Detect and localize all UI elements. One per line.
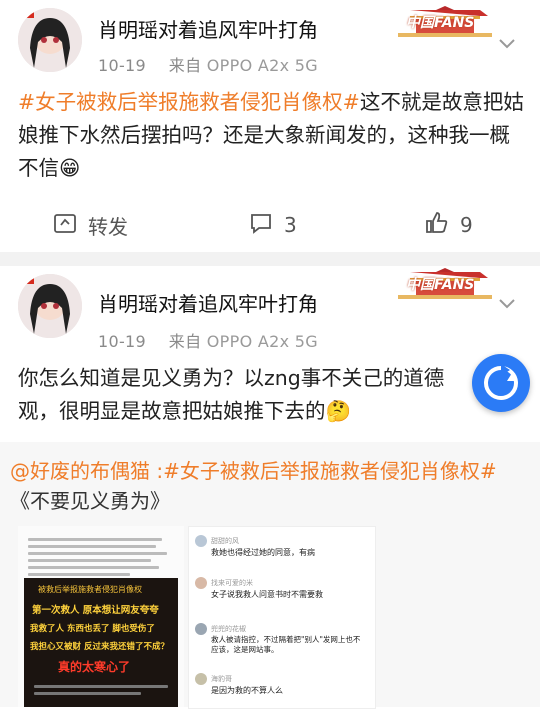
comment-icon bbox=[248, 210, 284, 241]
comment-count: 3 bbox=[284, 213, 297, 237]
weibo-post-1: 肖明瑶对着追风牢叶打角 10-19 来自 OPPO A2x 5G 中国FANS … bbox=[0, 0, 540, 252]
more-options-icon[interactable] bbox=[494, 290, 520, 316]
username[interactable]: 肖明瑶对着追风牢叶打角 bbox=[98, 288, 318, 317]
refresh-icon[interactable] bbox=[472, 354, 530, 412]
thinking-emoji-icon: 🤔 bbox=[325, 399, 352, 423]
avatar bbox=[195, 673, 207, 685]
fans-badge: 中国FANS bbox=[396, 268, 494, 302]
grin-emoji-icon: 😁 bbox=[59, 156, 81, 180]
post-meta: 10-19 来自 OPPO A2x 5G bbox=[98, 52, 318, 76]
like-button[interactable]: 9 bbox=[424, 203, 473, 247]
avatar bbox=[195, 535, 207, 547]
comment-item: 兜兜的花椒 救人被请指控，不过隔着把"别人"发网上也不应该，这是网站事。 bbox=[195, 623, 367, 655]
badge-text: 中国FANS bbox=[406, 15, 475, 31]
username[interactable]: 肖明瑶对着追风牢叶打角 bbox=[98, 14, 318, 43]
comment-item: 海豹哥 是因为救的不算人么 bbox=[195, 673, 367, 696]
quoted-post[interactable]: @好废的布偶猫 :#女子被救后举报施救者侵犯肖像权# 《不要见义勇为》 被救后举… bbox=[0, 442, 540, 709]
topic-tag[interactable]: #女子被救后举报施救者侵犯肖像权# bbox=[18, 90, 360, 114]
caption-line: 第一次救人 原本想让网友夸夸 bbox=[32, 605, 159, 616]
thumbs-up-icon bbox=[424, 210, 460, 241]
repost-button[interactable]: 转发 bbox=[52, 203, 128, 247]
more-options-icon[interactable] bbox=[494, 30, 520, 56]
topic-tag[interactable]: #女子被救后举报施救者侵犯肖像权# bbox=[163, 459, 497, 483]
caption-line: 被救后举报施救者侵犯肖像权 bbox=[38, 585, 142, 594]
device-name: OPPO A2x 5G bbox=[206, 332, 318, 351]
comment-item: 找来可爱的米 女子说我救人问意书时不需要救 bbox=[195, 577, 367, 600]
source-prefix: 来自 bbox=[168, 332, 202, 351]
caption-line: 真的太寒心了 bbox=[58, 660, 131, 674]
device-name: OPPO A2x 5G bbox=[206, 56, 318, 75]
avatar[interactable] bbox=[18, 8, 82, 72]
comment-item: 甜甜的风 救她也得经过她的同意，有病 bbox=[195, 535, 367, 558]
repost-icon bbox=[52, 210, 88, 241]
weibo-post-2: 肖明瑶对着追风牢叶打角 10-19 来自 OPPO A2x 5G 中国FANS … bbox=[0, 266, 540, 442]
caption-line: 我担心又被财 反过来我还错了不成？ bbox=[30, 642, 169, 652]
avatar[interactable] bbox=[18, 274, 82, 338]
video-thumbnail: 被救后举报施救者侵犯肖像权 第一次救人 原本想让网友夸夸 我救了人 东西也丢了 … bbox=[24, 578, 178, 707]
post-content: 你怎么知道是见义勇为？以zng事不关己的道德观，很明显是故意把姑娘推下去的 bbox=[18, 366, 445, 423]
repost-label: 转发 bbox=[88, 214, 128, 239]
avatar bbox=[195, 577, 207, 589]
caption-line: 我救了人 东西也丢了 脚也受伤了 bbox=[30, 624, 155, 634]
quoted-line2: 《不要见义勇为》 bbox=[10, 489, 170, 513]
post-separator bbox=[0, 252, 540, 266]
comment-button[interactable]: 3 bbox=[248, 203, 297, 247]
action-bar: 转发 3 9 bbox=[0, 203, 540, 247]
post-text: 你怎么知道是见义勇为？以zng事不关己的道德观，很明显是故意把姑娘推下去的🤔 bbox=[18, 362, 460, 428]
post-text: #女子被救后举报施救者侵犯肖像权#这不就是故意把姑娘推下水然后摆拍吗？还是大象新… bbox=[18, 86, 526, 185]
mention-link[interactable]: @好废的布偶猫 bbox=[10, 459, 150, 483]
like-count: 9 bbox=[460, 213, 473, 237]
fans-badge: 中国FANS bbox=[396, 6, 494, 40]
quoted-image-2[interactable]: 甜甜的风 救她也得经过她的同意，有病 找来可爱的米 女子说我救人问意书时不需要救… bbox=[188, 526, 376, 709]
badge-text: 中国FANS bbox=[406, 277, 475, 293]
quoted-text: @好废的布偶猫 :#女子被救后举报施救者侵犯肖像权# bbox=[10, 459, 497, 483]
post-meta: 10-19 来自 OPPO A2x 5G bbox=[98, 328, 318, 352]
avatar bbox=[195, 623, 207, 635]
source-prefix: 来自 bbox=[168, 56, 202, 75]
quoted-image-1[interactable]: 被救后举报施救者侵犯肖像权 第一次救人 原本想让网友夸夸 我救了人 东西也丢了 … bbox=[18, 526, 184, 707]
post-date: 10-19 bbox=[98, 56, 146, 75]
post-date: 10-19 bbox=[98, 332, 146, 351]
